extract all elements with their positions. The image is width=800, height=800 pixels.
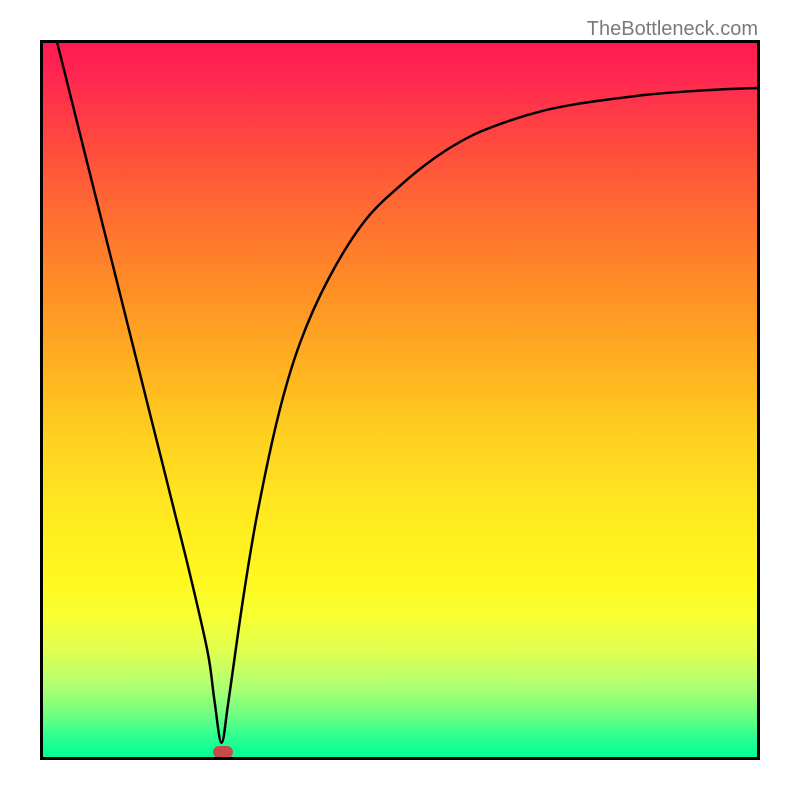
watermark-text: TheBottleneck.com: [587, 18, 758, 41]
chart-container: TheBottleneck.com: [0, 0, 800, 800]
plot-area: [40, 40, 760, 760]
curve-svg: [43, 43, 757, 757]
optimum-marker: [213, 746, 233, 758]
bottleneck-curve: [57, 43, 757, 743]
